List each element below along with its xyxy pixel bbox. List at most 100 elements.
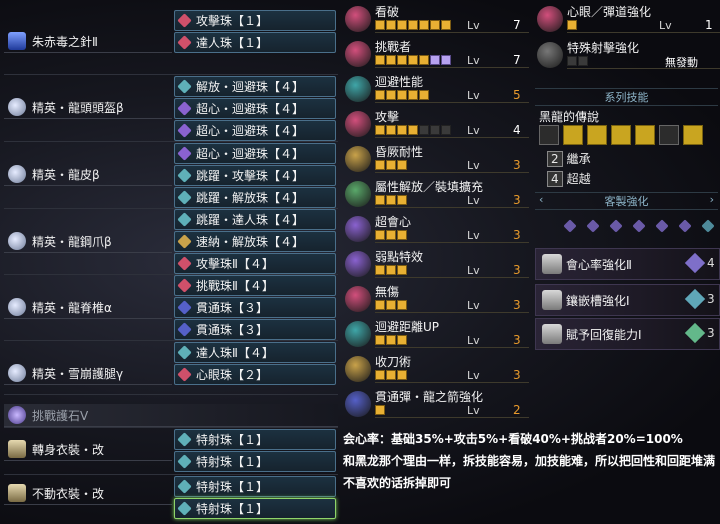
skill-row[interactable]: 超會心 Lv 3 [343, 212, 531, 246]
divider [4, 474, 338, 475]
divider [567, 68, 720, 69]
decoration-slot[interactable]: 達人珠Ⅱ【４】 [174, 342, 336, 363]
gem-icon [177, 278, 192, 293]
gem-icon [177, 79, 192, 94]
leg-icon [8, 364, 26, 382]
tier-label: 超越 [566, 172, 591, 186]
skill-row[interactable]: 收刀術 Lv 3 [343, 352, 531, 386]
skill-row[interactable]: 貫通彈・龍之箭強化 Lv 2 [343, 387, 531, 421]
decoration-slot[interactable]: 超心・迴避珠【４】 [174, 120, 336, 141]
decoration-slot[interactable]: 跳躍・達人珠【４】 [174, 209, 336, 230]
equipment-row-weapon[interactable]: 朱赤毒之針Ⅱ [4, 30, 172, 53]
chevron-right-icon[interactable]: › [710, 193, 714, 206]
level-pip [375, 405, 385, 415]
decoration-slot[interactable]: 跳躍・攻擊珠【４】 [174, 165, 336, 186]
slot-label: 特射珠【１】 [196, 480, 269, 494]
equipment-row-legs[interactable]: 精英・雪崩護腿γ [4, 362, 172, 385]
skill-row[interactable]: 攻擊 Lv 4 [343, 107, 531, 141]
level-pip [386, 90, 396, 100]
equipment-name: 轉身衣裝・改 [32, 442, 105, 457]
augment-gem-icon [632, 219, 646, 233]
gem-icon [177, 123, 192, 138]
level-pip [386, 125, 396, 135]
skill-row[interactable]: 昏厥耐性 Lv 3 [343, 142, 531, 176]
decoration-slot[interactable]: 速納・解放珠【４】 [174, 231, 336, 252]
skill-name: 特殊射擊強化 [567, 41, 640, 55]
level-pip [397, 335, 407, 345]
decoration-slot[interactable]: 特射珠【１】 [174, 476, 336, 497]
skill-row[interactable]: 心眼／彈道強化 Lv 1 [535, 2, 720, 36]
skill-row[interactable]: 看破 Lv 7 [343, 2, 531, 36]
decoration-slot[interactable]: 特射珠【１】 [174, 429, 336, 450]
decoration-slot[interactable]: 達人珠【１】 [174, 32, 336, 53]
decoration-slot[interactable]: 超心・迴避珠【４】 [174, 143, 336, 164]
gem-icon [177, 501, 192, 516]
custom-label: 會心率強化Ⅱ [566, 258, 632, 272]
chevron-left-icon[interactable]: ‹ [539, 193, 543, 206]
decoration-slot[interactable]: 特射珠【１】 [174, 451, 336, 472]
custom-upgrade-row[interactable]: 會心率強化Ⅱ 4 [535, 248, 720, 280]
augment-gem-icon [701, 219, 715, 233]
helm-icon [8, 98, 26, 116]
armor-piece-icon [563, 125, 583, 145]
skill-row[interactable]: 弱點特效 Lv 3 [343, 247, 531, 281]
skill-name: 貫通彈・龍之箭強化 [375, 390, 484, 404]
custom-upgrade-row[interactable]: 鑲嵌槽強化Ⅰ 3 [535, 284, 720, 316]
level-pip [430, 55, 440, 65]
divider [375, 32, 529, 33]
slot-label: 挑戰珠Ⅱ【４】 [196, 279, 274, 293]
decoration-slot[interactable]: 挑戰珠Ⅱ【４】 [174, 275, 336, 296]
decoration-slot[interactable]: 攻擊珠【１】 [174, 10, 336, 31]
armor-piece-icon [683, 125, 703, 145]
skill-row[interactable]: 特殊射擊強化 無發動 [535, 38, 720, 72]
decoration-slot[interactable]: 跳躍・解放珠【４】 [174, 187, 336, 208]
note-line: 和黑龙那个理由一样，拆技能容易，加技能难，所以把回性和回距堆满 [343, 454, 716, 468]
slot-label: 跳躍・解放珠【４】 [196, 191, 305, 205]
equipment-row-chest[interactable]: 精英・龍皮β [4, 163, 172, 186]
equipment-row-mantle-1[interactable]: 轉身衣裝・改 [4, 438, 172, 461]
decoration-slot[interactable]: 解放・迴避珠【４】 [174, 76, 336, 97]
decoration-slot[interactable]: 貫通珠【３】 [174, 297, 336, 318]
skill-name: 挑戰者 [375, 40, 412, 54]
skill-row[interactable]: 迴避性能 Lv 5 [343, 72, 531, 106]
equipment-row-mantle-2[interactable]: 不動衣裝・改 [4, 482, 172, 505]
level-pip [419, 20, 429, 30]
decoration-slot-selected[interactable]: 特射珠【１】 [174, 498, 336, 519]
custom-upgrade-row[interactable]: 賦予回復能力Ⅰ 3 [535, 318, 720, 350]
level-pip [375, 195, 385, 205]
right-panel: 心眼／彈道強化 Lv 1 特殊射擊強化 無發動 系列技能 黑龍的傳說 2 繼承 4 超越 [535, 0, 720, 350]
level-pip [375, 230, 385, 240]
divider [4, 74, 338, 75]
equipment-row-charm[interactable]: 挑戰護石Ⅴ [4, 404, 338, 427]
mantle-icon [8, 484, 26, 502]
level-pip [441, 125, 451, 135]
equipment-row-helm[interactable]: 精英・龍頭頭盔β [4, 96, 172, 119]
affinity-icon [542, 254, 562, 274]
equipment-row-waist[interactable]: 精英・龍脊椎α [4, 296, 172, 319]
equipment-panel: 朱赤毒之針Ⅱ 攻擊珠【１】 達人珠【１】 精英・龍頭頭盔β 解放・迴避珠【４】 … [0, 0, 340, 524]
gem-icon [177, 101, 192, 116]
equipment-row-arms[interactable]: 精英・龍鋼爪β [4, 230, 172, 253]
skill-row[interactable]: 挑戰者 Lv 7 [343, 37, 531, 71]
decoration-slot[interactable]: 貫通珠【３】 [174, 319, 336, 340]
skill-row[interactable]: 無傷 Lv 3 [343, 282, 531, 316]
slot-label: 特射珠【１】 [196, 433, 269, 447]
gem-icon [177, 345, 192, 360]
set-skill-block[interactable]: 黑龍的傳說 2 繼承 4 超越 [535, 108, 718, 188]
skill-name: 攻擊 [375, 110, 400, 124]
skill-row[interactable]: 屬性解放／裝填擴充 Lv 3 [343, 177, 531, 211]
decoration-slot[interactable]: 攻擊珠Ⅱ【４】 [174, 253, 336, 274]
skill-level: 3 [513, 368, 521, 382]
decoration-slot[interactable]: 超心・迴避珠【４】 [174, 98, 336, 119]
level-pip [397, 160, 407, 170]
skill-row[interactable]: 迴避距離UP Lv 3 [343, 317, 531, 351]
divider [4, 427, 338, 428]
decoration-slot[interactable]: 心眼珠【２】 [174, 364, 336, 385]
skill-level: 7 [513, 18, 521, 32]
level-pip [567, 20, 577, 30]
skill-level: 3 [513, 228, 521, 242]
slot-label: 貫通珠【３】 [196, 301, 269, 315]
level-pip [397, 195, 407, 205]
equipment-name: 精英・雪崩護腿γ [32, 366, 124, 381]
slot-label: 心眼珠【２】 [196, 368, 269, 382]
